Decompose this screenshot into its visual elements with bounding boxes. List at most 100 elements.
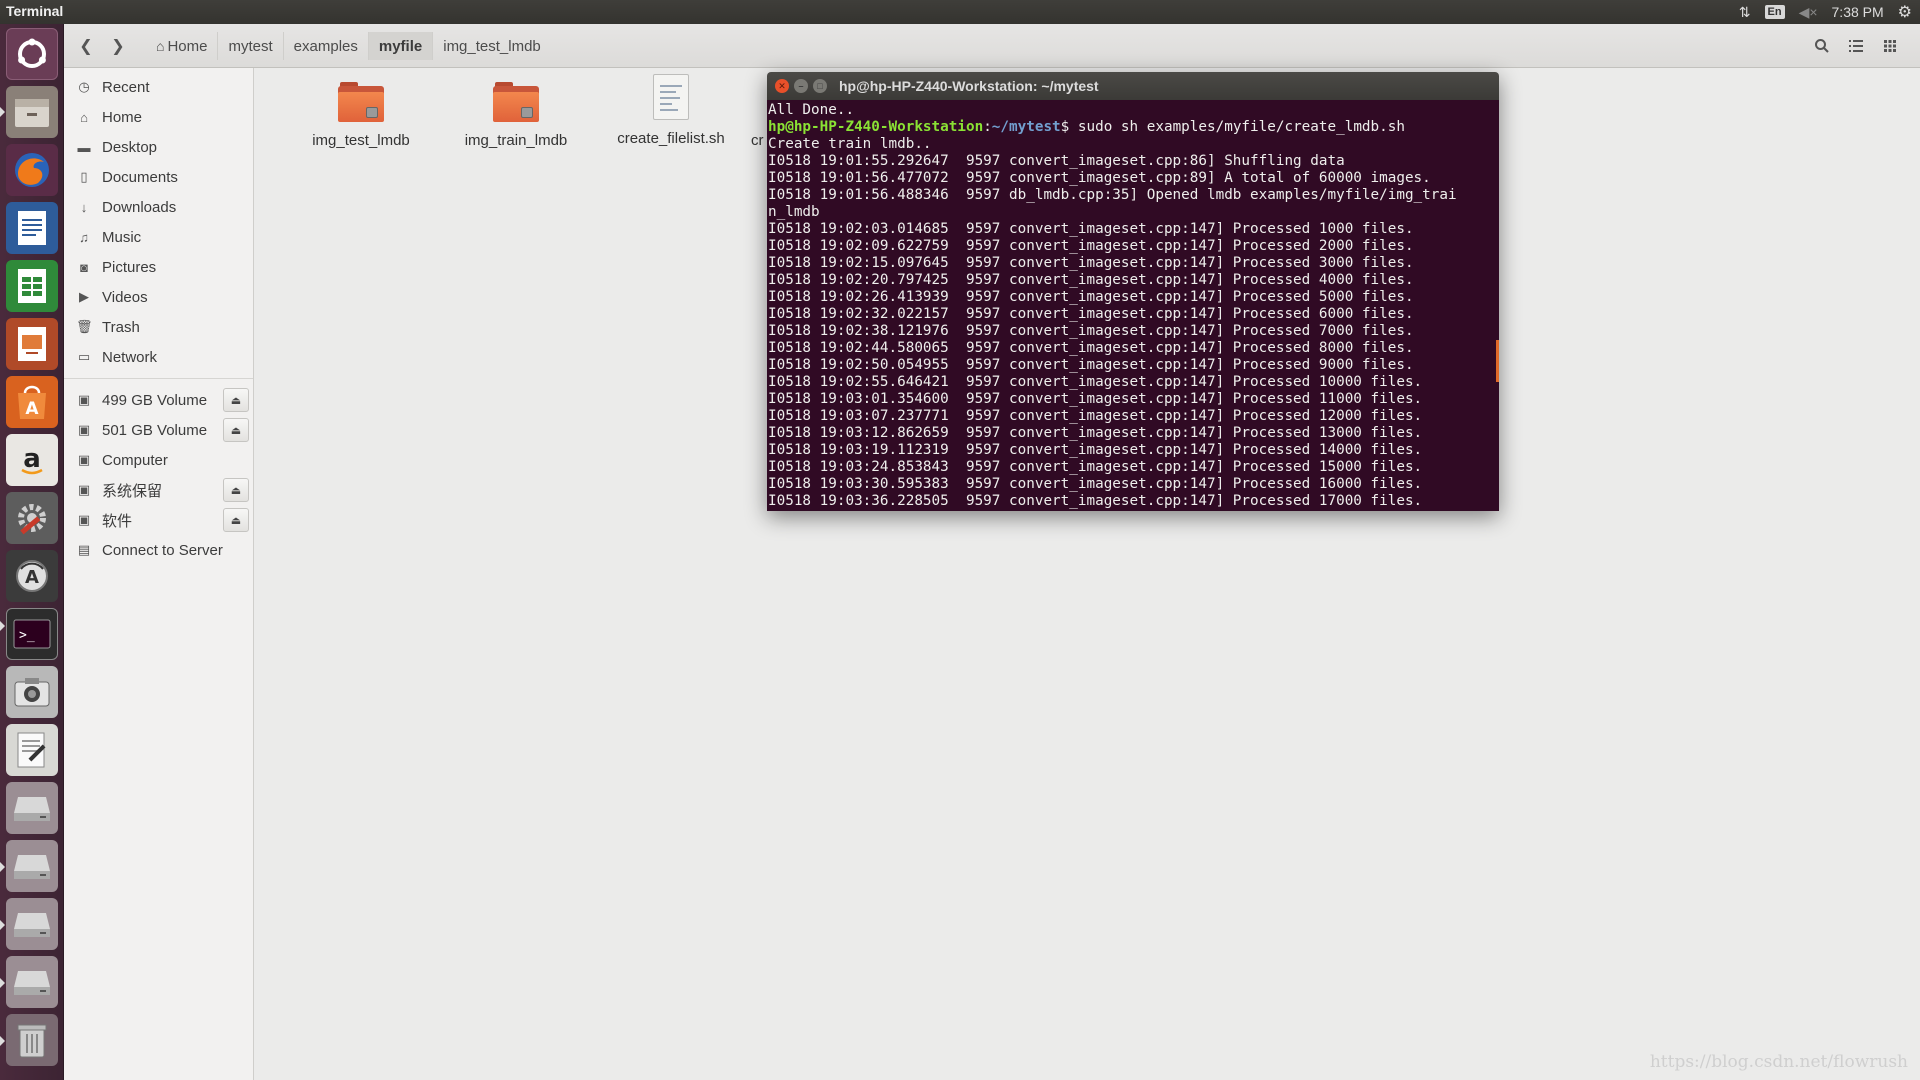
sidebar-item-system-reserved[interactable]: ▣ 系统保留 ⏏ [64,475,253,505]
network-icon: ▭ [77,349,91,364]
terminal-line: I0518 19:03:36.228505 9597 convert_image… [768,493,1423,509]
sidebar-item-label: Home [102,108,143,126]
sidebar-item-label: Downloads [102,198,177,216]
watermark: https://blog.csdn.net/flowrush [1649,1052,1908,1072]
file-item[interactable]: create_filelist.sh [596,74,746,147]
grid-view-icon[interactable] [1876,32,1904,60]
terminal-line: I0518 19:02:03.014685 9597 convert_image… [768,221,1414,237]
list-view-icon[interactable] [1842,32,1870,60]
terminal-line: I0518 19:01:56.477072 9597 convert_image… [768,170,1431,186]
libreoffice-calc-icon[interactable] [6,260,58,312]
drive-icon[interactable] [6,898,58,950]
eject-icon[interactable]: ⏏ [223,508,249,532]
libreoffice-writer-icon[interactable] [6,202,58,254]
breadcrumb-label: Home [167,37,208,55]
libreoffice-impress-icon[interactable] [6,318,58,370]
sidebar-item-software[interactable]: ▣ 软件 ⏏ [64,505,253,535]
sidebar-item-pictures[interactable]: ◙ Pictures [64,252,253,282]
terminal-line: I0518 19:02:26.413939 9597 convert_image… [768,289,1414,305]
running-indicator [0,107,5,117]
breadcrumb-examples[interactable]: examples [284,32,369,60]
terminal-line: I0518 19:01:56.488346 9597 db_lmdb.cpp:3… [768,187,1457,203]
back-arrow-icon[interactable]: ❮ [72,32,100,60]
sidebar-item-downloads[interactable]: ↓ Downloads [64,192,253,222]
keyboard-layout-indicator[interactable]: En [1764,5,1785,19]
document-icon: ▯ [80,169,88,184]
drive-icon[interactable] [6,956,58,1008]
svg-text:>_: >_ [19,628,35,643]
terminal-line: All Done.. [768,102,855,118]
terminal-line: I0518 19:03:19.112319 9597 convert_image… [768,442,1423,458]
software-center-icon[interactable]: A [6,376,58,428]
terminal-line: I0518 19:03:01.354600 9597 convert_image… [768,391,1423,407]
terminal-icon[interactable]: >_ [6,608,58,660]
system-settings-icon[interactable] [6,492,58,544]
sidebar-item-documents[interactable]: ▯ Documents [64,162,253,192]
drive-icon[interactable] [6,782,58,834]
launcher: A a A >_ [0,24,64,1080]
video-icon: ▶ [79,289,89,304]
clock-icon: ◷ [78,79,90,94]
ubuntu-dash-icon[interactable] [6,28,58,80]
sidebar-item-music[interactable]: ♫ Music [64,222,253,252]
sidebar-item-501gb-volume[interactable]: ▣ 501 GB Volume ⏏ [64,415,253,445]
breadcrumb-myfile[interactable]: myfile [368,32,434,60]
sidebar-item-computer[interactable]: ▣ Computer [64,445,253,475]
amazon-icon[interactable]: a [6,434,58,486]
running-indicator [0,920,5,930]
minimize-icon[interactable]: – [794,79,808,93]
network-transfer-icon[interactable]: ⇅ [1739,4,1751,21]
eject-icon[interactable]: ⏏ [223,418,249,442]
eject-icon[interactable]: ⏏ [223,388,249,412]
breadcrumb-home[interactable]: ⌂ Home [146,32,219,60]
firefox-icon[interactable] [6,144,58,196]
terminal-scroll-indicator[interactable] [1496,340,1499,382]
terminal-window[interactable]: ✕ – □ hp@hp-HP-Z440-Workstation: ~/mytes… [767,72,1499,511]
volume-muted-icon[interactable]: ◀× [1799,4,1818,21]
app-title: Terminal [6,3,64,19]
terminal-line: Create train lmdb.. [768,136,932,152]
music-icon: ♫ [79,229,89,245]
breadcrumb-mytest[interactable]: mytest [218,32,284,60]
terminal-line: I0518 19:02:55.646421 9597 convert_image… [768,374,1423,390]
sidebar-item-recent[interactable]: ◷ Recent [64,72,253,102]
sidebar-item-trash[interactable]: 🗑 Trash [64,312,253,342]
top-panel: Terminal ⇅ En ◀× 7:38 PM ⚙ [0,0,1920,24]
sidebar-item-label: Documents [102,168,178,186]
terminal-titlebar[interactable]: ✕ – □ hp@hp-HP-Z440-Workstation: ~/mytes… [767,72,1499,100]
terminal-output[interactable]: All Done.. hp@hp-HP-Z440-Workstation:~/my… [767,100,1499,511]
terminal-line: I0518 19:02:09.622759 9597 convert_image… [768,238,1414,254]
shell-script-icon [653,74,689,120]
files-icon[interactable] [6,86,58,138]
forward-arrow-icon[interactable]: ❯ [104,32,132,60]
file-item[interactable]: img_train_lmdb [441,82,591,149]
trash-icon[interactable] [6,1014,58,1066]
sidebar-item-label: 501 GB Volume [102,421,208,439]
maximize-icon[interactable]: □ [813,79,827,93]
system-gear-icon[interactable]: ⚙ [1898,2,1912,22]
sidebar-item-videos[interactable]: ▶ Videos [64,282,253,312]
software-updater-icon[interactable]: A [6,550,58,602]
close-icon[interactable]: ✕ [775,79,789,93]
sidebar-item-499gb-volume[interactable]: ▣ 499 GB Volume ⏏ [64,385,253,415]
drive-icon: ▣ [77,452,91,467]
breadcrumb-img-test-lmdb[interactable]: img_test_lmdb [433,32,551,60]
drive-icon: ▣ [77,512,91,527]
sidebar-item-network[interactable]: ▭ Network [64,342,253,372]
sidebar-item-desktop[interactable]: ▬ Desktop [64,132,253,162]
text-editor-icon[interactable] [6,724,58,776]
file-name: create_filelist.sh [617,130,725,147]
sidebar-item-connect-to-server[interactable]: ▤ Connect to Server [64,535,253,565]
search-icon[interactable] [1808,32,1836,60]
drive-icon[interactable] [6,840,58,892]
sidebar-item-label: Desktop [102,138,158,156]
terminal-line: I0518 19:03:30.595383 9597 convert_image… [768,476,1423,492]
file-item[interactable]: img_test_lmdb [286,82,436,149]
camera-icon[interactable] [6,666,58,718]
sidebar-item-home[interactable]: ⌂ Home [64,102,253,132]
clock[interactable]: 7:38 PM [1832,4,1884,20]
eject-icon[interactable]: ⏏ [223,478,249,502]
file-name: img_train_lmdb [464,132,568,149]
svg-text:a: a [23,444,41,474]
terminal-line: I0518 19:03:12.862659 9597 convert_image… [768,425,1423,441]
